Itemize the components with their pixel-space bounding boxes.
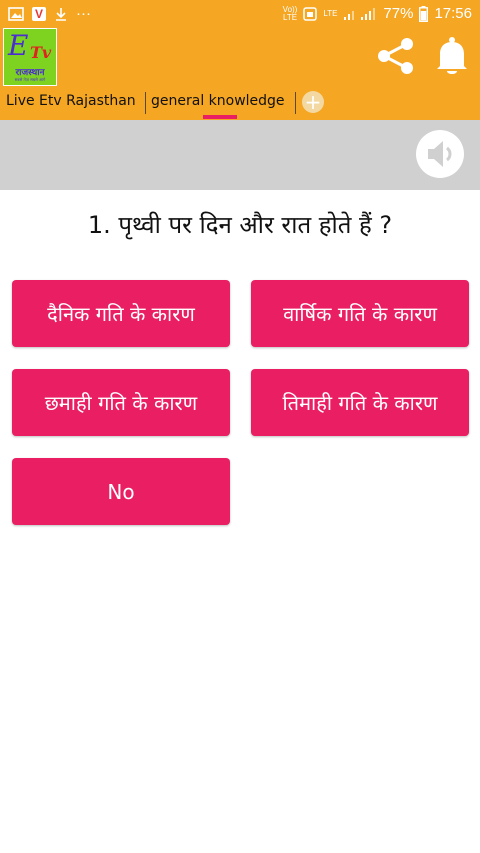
download-icon <box>56 7 66 21</box>
v-badge-icon: V <box>32 6 46 21</box>
tab-divider <box>145 92 146 114</box>
speaker-icon <box>428 141 452 167</box>
battery-percent: 77% <box>383 5 414 22</box>
option-button-5[interactable]: No <box>12 458 230 525</box>
logo-tv: Tv <box>30 43 52 62</box>
clock: 17:56 <box>434 5 472 22</box>
question-text: 1. पृथ्वी पर दिन और रात होते हैं ? <box>87 211 393 239</box>
share-icon[interactable] <box>374 34 418 78</box>
option-button-3[interactable]: छमाही गति के कारण <box>12 369 230 436</box>
status-bar: V ··· Vo)) LTE LTE 77% 17:56 <box>0 0 480 28</box>
add-tab-button[interactable]: + <box>302 91 324 113</box>
more-dots: ··· <box>76 5 91 22</box>
signal-icon <box>344 7 376 20</box>
status-left: V ··· <box>8 5 91 22</box>
status-right: Vo)) LTE LTE 77% 17:56 <box>283 5 472 22</box>
volte-label: Vo)) LTE <box>282 4 298 22</box>
app-logo[interactable]: E Tv राजस्थान सबसे तेज़ सबसे आगे <box>3 28 57 86</box>
battery-icon <box>419 5 429 22</box>
image-icon <box>8 6 24 21</box>
speaker-button[interactable] <box>416 130 464 178</box>
app-bar: E Tv राजस्थान सबसे तेज़ सबसे आगे <box>0 28 480 88</box>
lte-label: LTE <box>323 8 338 18</box>
tab-live-etv-rajasthan[interactable]: Live Etv Rajasthan <box>6 93 136 109</box>
option-button-2[interactable]: वार्षिक गति के कारण <box>251 280 469 347</box>
audio-banner <box>0 120 480 190</box>
tab-general-knowledge[interactable]: general knowledge <box>151 93 285 109</box>
bell-icon[interactable] <box>432 34 472 78</box>
logo-e: E <box>8 29 29 62</box>
option-button-4[interactable]: तिमाही गति के कारण <box>251 369 469 436</box>
logo-tagline: सबसे तेज़ सबसे आगे <box>14 77 46 82</box>
active-tab-indicator <box>203 115 237 119</box>
tab-bar: Live Etv Rajasthan general knowledge + <box>0 88 480 120</box>
option-button-1[interactable]: दैनिक गति के कारण <box>12 280 230 347</box>
tab-divider <box>295 92 296 114</box>
sim-icon <box>303 6 318 21</box>
